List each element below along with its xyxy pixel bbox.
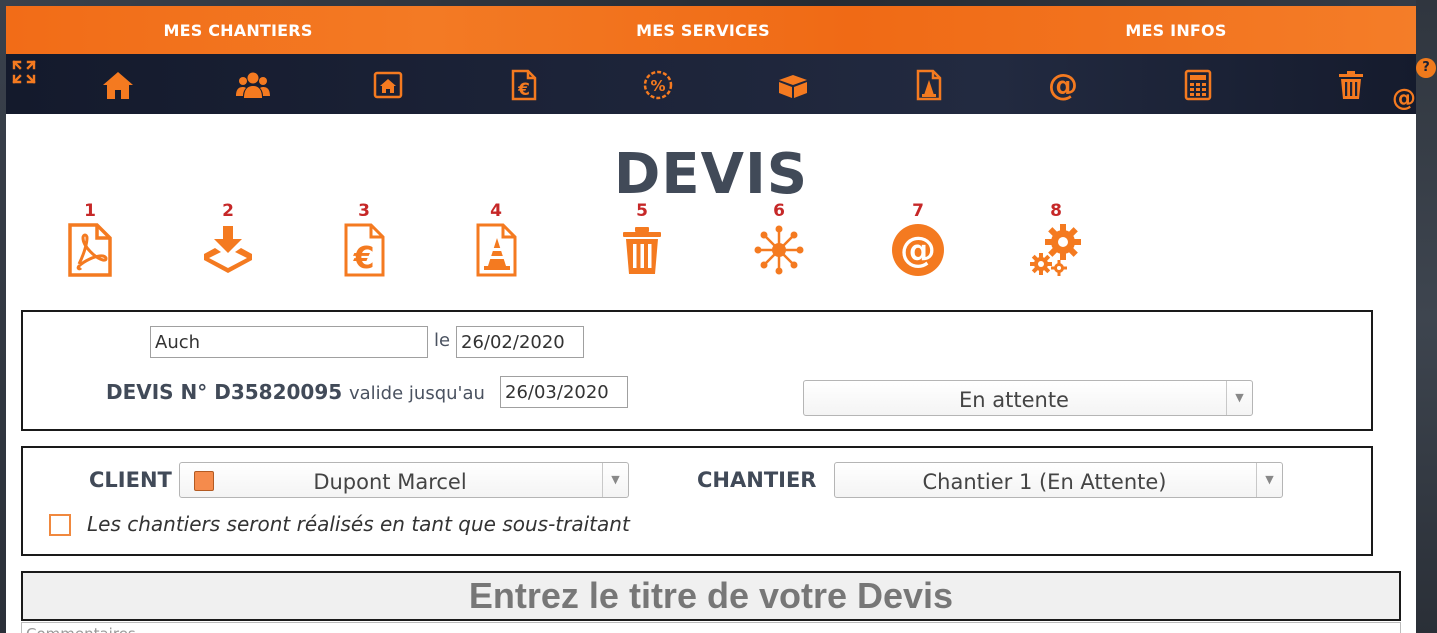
comment-field[interactable]: Commentaires xyxy=(21,622,1401,633)
action-number: 2 xyxy=(222,201,234,221)
action-site-report[interactable]: 4 xyxy=(461,200,531,278)
app-frame: MES CHANTIERS MES SERVICES MES INFOS € %… xyxy=(6,6,1416,633)
svg-text:@: @ xyxy=(900,230,936,271)
svg-text:@: @ xyxy=(1048,68,1078,102)
subcontract-checkbox[interactable] xyxy=(49,514,71,536)
svg-text:€: € xyxy=(353,241,375,276)
action-number: 8 xyxy=(1050,201,1062,221)
city-input[interactable] xyxy=(150,326,428,358)
action-number: 4 xyxy=(490,201,502,221)
client-box: CLIENT Dupont Marcel ▼ CHANTIER Chantier… xyxy=(21,446,1373,556)
action-number: 6 xyxy=(773,201,785,221)
valid-until-label: valide jusqu'au xyxy=(349,383,485,404)
svg-text:€: € xyxy=(517,80,530,100)
email-icon: @ xyxy=(892,224,944,276)
email-shortcut-icon[interactable]: @ xyxy=(1392,84,1416,112)
trash-icon xyxy=(623,227,661,274)
help-icon[interactable]: ? xyxy=(1416,58,1436,78)
action-number: 5 xyxy=(636,201,648,221)
action-pdf[interactable]: 1 xyxy=(55,200,125,278)
calculator-icon[interactable] xyxy=(1181,68,1215,102)
house-file-icon[interactable] xyxy=(371,68,405,102)
pdf-file-icon xyxy=(68,223,112,277)
invoice-euro-icon: € xyxy=(344,223,385,277)
date-input[interactable] xyxy=(456,326,584,358)
client-selected-value: Dupont Marcel xyxy=(313,470,467,494)
status-selected-value: En attente xyxy=(959,388,1069,412)
devis-info-box: le DEVIS N° D35820095 valide jusqu'au En… xyxy=(21,310,1373,431)
action-email[interactable]: 7 @ xyxy=(883,200,953,278)
client-select[interactable]: Dupont Marcel ▼ xyxy=(179,462,629,498)
settings-gears-icon xyxy=(1030,224,1081,276)
chevron-down-icon: ▼ xyxy=(602,463,628,497)
discount-icon[interactable]: % xyxy=(641,68,675,102)
home-icon[interactable] xyxy=(101,68,135,102)
chantier-label: CHANTIER xyxy=(697,468,817,492)
action-delete[interactable]: 5 xyxy=(607,200,677,278)
topnav-mes-chantiers[interactable]: MES CHANTIERS xyxy=(163,21,312,40)
subcontract-label: Les chantiers seront réalisés en tant qu… xyxy=(87,512,630,536)
top-navigation: MES CHANTIERS MES SERVICES MES INFOS xyxy=(6,6,1416,54)
clients-icon[interactable] xyxy=(236,68,270,102)
chevron-down-icon: ▼ xyxy=(1226,381,1252,415)
email-icon[interactable]: @ xyxy=(1046,68,1080,102)
client-label: CLIENT xyxy=(89,468,172,492)
construction-file-icon xyxy=(476,223,517,277)
action-invoice[interactable]: 3 € xyxy=(329,200,399,278)
chantier-selected-value: Chantier 1 (En Attente) xyxy=(922,470,1167,494)
action-number: 7 xyxy=(912,201,924,221)
icon-toolbar: € % @ xyxy=(6,54,1416,114)
chantier-select[interactable]: Chantier 1 (En Attente) ▼ xyxy=(834,462,1283,498)
action-share[interactable]: 6 xyxy=(744,200,814,278)
topnav-mes-infos[interactable]: MES INFOS xyxy=(1125,21,1226,40)
status-select[interactable]: En attente ▼ xyxy=(803,380,1253,416)
package-icon[interactable] xyxy=(776,68,810,102)
valid-until-input[interactable] xyxy=(500,376,628,408)
svg-text:%: % xyxy=(650,77,665,95)
download-tray-icon xyxy=(204,226,252,273)
action-number: 3 xyxy=(358,201,370,221)
page-title: DEVIS xyxy=(613,142,809,207)
action-settings[interactable]: 8 xyxy=(1021,200,1091,278)
le-label: le xyxy=(434,330,451,351)
devis-title-input[interactable] xyxy=(23,573,1399,619)
trash-icon[interactable] xyxy=(1334,68,1368,102)
invoice-euro-icon[interactable]: € xyxy=(506,68,540,102)
network-icon xyxy=(754,225,804,275)
outer-right-strip xyxy=(1416,0,1437,633)
devis-title-field xyxy=(21,571,1401,621)
devis-number: DEVIS N° D35820095 xyxy=(106,380,343,404)
chevron-down-icon: ▼ xyxy=(1256,463,1282,497)
action-import[interactable]: 2 xyxy=(193,200,263,278)
construction-file-icon[interactable] xyxy=(911,68,945,102)
action-number: 1 xyxy=(84,201,96,221)
expand-icon[interactable] xyxy=(12,60,36,84)
topnav-mes-services[interactable]: MES SERVICES xyxy=(636,21,770,40)
